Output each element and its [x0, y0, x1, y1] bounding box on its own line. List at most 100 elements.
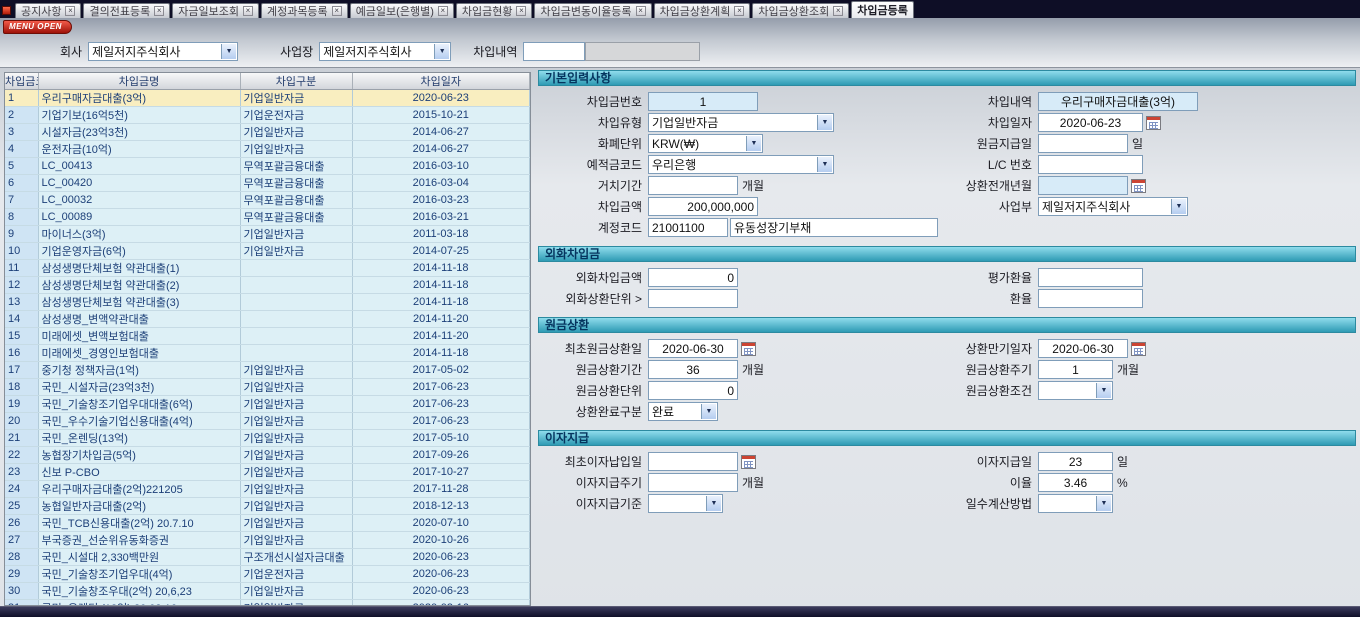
loan-cell[interactable]: 기업일반자금: [240, 498, 352, 515]
loan-cell[interactable]: 기업일반자금: [240, 396, 352, 413]
loan-row[interactable]: 10기업운영자금(6억)기업일반자금2014-07-25: [5, 243, 530, 260]
loan-cell[interactable]: 무역포괄금융대출: [240, 192, 352, 209]
interest-payday-field[interactable]: [1038, 452, 1113, 471]
loan-cell[interactable]: 국민_기술창조기업우대대출(6억): [38, 396, 240, 413]
exchange-rate-field[interactable]: [1038, 289, 1143, 308]
loan-cell[interactable]: 구조개선시설자금대출: [240, 549, 352, 566]
loan-cell[interactable]: 26: [5, 515, 38, 532]
loan-cell[interactable]: 30: [5, 583, 38, 600]
loan-cell[interactable]: 기업일반자금: [240, 532, 352, 549]
division-select[interactable]: 제일저지주식회사 ▼: [1038, 197, 1188, 216]
loan-cell[interactable]: 2016-03-04: [352, 175, 530, 192]
loan-cell[interactable]: 2014-11-18: [352, 294, 530, 311]
loan-cell[interactable]: 기업일반자금: [240, 515, 352, 532]
loan-date-field[interactable]: [1038, 113, 1143, 132]
chevron-down-icon[interactable]: ▼: [1096, 383, 1111, 398]
loan-cell[interactable]: 2017-06-23: [352, 379, 530, 396]
loan-row[interactable]: 13삼성생명단체보험 약관대출(3)2014-11-18: [5, 294, 530, 311]
loan-no-field[interactable]: [648, 92, 758, 111]
loan-row[interactable]: 4운전자금(10억)기업일반자금2014-06-27: [5, 141, 530, 158]
interest-cycle-field[interactable]: [648, 473, 738, 492]
day-count-select[interactable]: ▼: [1038, 494, 1113, 513]
loan-cell[interactable]: 국민_TCB신용대출(2억) 20.7.10: [38, 515, 240, 532]
tab-close-icon[interactable]: ×: [438, 6, 448, 16]
col-loan-date[interactable]: 차입일자: [352, 73, 530, 90]
deposit-code-select[interactable]: 우리은행 ▼: [648, 155, 834, 174]
loan-cell[interactable]: 29: [5, 566, 38, 583]
tab-item[interactable]: 차입금변동이율등록×: [534, 3, 651, 18]
loan-cell[interactable]: 2017-06-23: [352, 396, 530, 413]
repay-unit-field[interactable]: [648, 381, 738, 400]
loan-row[interactable]: 16미래에셋_경영인보험대출2014-11-18: [5, 345, 530, 362]
loan-cell[interactable]: 기업일반자금: [240, 243, 352, 260]
loan-row[interactable]: 5LC_00413무역포괄금융대출2016-03-10: [5, 158, 530, 175]
loan-cell[interactable]: 기업일반자금: [240, 464, 352, 481]
loan-cell[interactable]: 2016-03-10: [352, 158, 530, 175]
tab-close-icon[interactable]: ×: [154, 6, 164, 16]
loan-row[interactable]: 19국민_기술창조기업우대대출(6억)기업일반자금2017-06-23: [5, 396, 530, 413]
calendar-icon[interactable]: [1131, 342, 1146, 356]
first-interest-date-field[interactable]: [648, 452, 738, 471]
loan-row[interactable]: 8LC_00089무역포괄금융대출2016-03-21: [5, 209, 530, 226]
loan-cell[interactable]: 9: [5, 226, 38, 243]
loan-cell[interactable]: 2017-11-28: [352, 481, 530, 498]
loan-row[interactable]: 30국민_기술창조우대(2억) 20,6,23기업일반자금2020-06-23: [5, 583, 530, 600]
tab-item[interactable]: 공지사항×: [15, 3, 81, 18]
fc-repay-unit-field[interactable]: [648, 289, 738, 308]
loan-cell[interactable]: 15: [5, 328, 38, 345]
tab-item[interactable]: 차입금현황×: [456, 3, 533, 18]
company-select[interactable]: 제일저지주식회사 ▼: [88, 42, 238, 61]
loan-cell[interactable]: 24: [5, 481, 38, 498]
interest-rate-field[interactable]: [1038, 473, 1113, 492]
loan-cell[interactable]: 국민_기술창조기업우대(4억): [38, 566, 240, 583]
loan-cell[interactable]: 2020-07-10: [352, 515, 530, 532]
loan-cell[interactable]: 국민_기술창조우대(2억) 20,6,23: [38, 583, 240, 600]
loan-cell[interactable]: 2014-07-25: [352, 243, 530, 260]
loan-cell[interactable]: 22: [5, 447, 38, 464]
loan-row[interactable]: 7LC_00032무역포괄금융대출2016-03-23: [5, 192, 530, 209]
repay-complete-select[interactable]: 완료 ▼: [648, 402, 718, 421]
chevron-down-icon[interactable]: ▼: [434, 44, 449, 59]
loan-cell[interactable]: 14: [5, 311, 38, 328]
loan-cell[interactable]: LC_00032: [38, 192, 240, 209]
tab-close-icon[interactable]: ×: [332, 6, 342, 16]
loan-cell[interactable]: 7: [5, 192, 38, 209]
loan-cell[interactable]: 2014-11-18: [352, 260, 530, 277]
loan-cell[interactable]: 삼성생명_변액약관대출: [38, 311, 240, 328]
loan-cell[interactable]: [240, 328, 352, 345]
loan-cell[interactable]: 13: [5, 294, 38, 311]
loan-cell[interactable]: 17: [5, 362, 38, 379]
loan-desc-code-input[interactable]: [523, 42, 585, 61]
loan-cell[interactable]: 2014-06-27: [352, 124, 530, 141]
loan-row[interactable]: 14삼성생명_변액약관대출2014-11-20: [5, 311, 530, 328]
loan-cell[interactable]: 23: [5, 464, 38, 481]
loan-cell[interactable]: 기업일반자금: [240, 362, 352, 379]
fc-amount-field[interactable]: [648, 268, 738, 287]
chevron-down-icon[interactable]: ▼: [746, 136, 761, 151]
loan-row[interactable]: 24우리구매자금대출(2억)221205기업일반자금2017-11-28: [5, 481, 530, 498]
loan-row[interactable]: 1우리구매자금대출(3억)기업일반자금2020-06-23: [5, 90, 530, 107]
tab-item[interactable]: 결의전표등록×: [83, 3, 170, 18]
loan-cell[interactable]: 기업일반자금: [240, 124, 352, 141]
loan-cell[interactable]: 1: [5, 90, 38, 107]
tab-close-icon[interactable]: ×: [516, 6, 526, 16]
loan-cell[interactable]: 삼성생명단체보험 약관대출(2): [38, 277, 240, 294]
loan-cell[interactable]: 20: [5, 413, 38, 430]
loan-cell[interactable]: 국민_시설대 2,330백만원: [38, 549, 240, 566]
loan-row[interactable]: 2기업기보(16억5천)기업운전자금2015-10-21: [5, 107, 530, 124]
col-loan-type[interactable]: 차입구분: [240, 73, 352, 90]
loan-cell[interactable]: 운전자금(10억): [38, 141, 240, 158]
first-principal-date-field[interactable]: [648, 339, 738, 358]
loan-cell[interactable]: 농협일반자금대출(2억): [38, 498, 240, 515]
tab-item[interactable]: 차입금상환조회×: [752, 3, 849, 18]
loan-row[interactable]: 28국민_시설대 2,330백만원구조개선시설자금대출2020-06-23: [5, 549, 530, 566]
loan-row[interactable]: 18국민_시설자금(23억3천)기업일반자금2017-06-23: [5, 379, 530, 396]
loan-cell[interactable]: 2017-05-02: [352, 362, 530, 379]
loan-cell[interactable]: 기업일반자금: [240, 413, 352, 430]
loan-cell[interactable]: 기업일반자금: [240, 379, 352, 396]
loan-cell[interactable]: 시설자금(23억3천): [38, 124, 240, 141]
loan-cell[interactable]: 기업일반자금: [240, 583, 352, 600]
tab-item[interactable]: 자금일보조회×: [172, 3, 259, 18]
col-loan-name[interactable]: 차입금명: [38, 73, 240, 90]
account-name-field[interactable]: [730, 218, 938, 237]
